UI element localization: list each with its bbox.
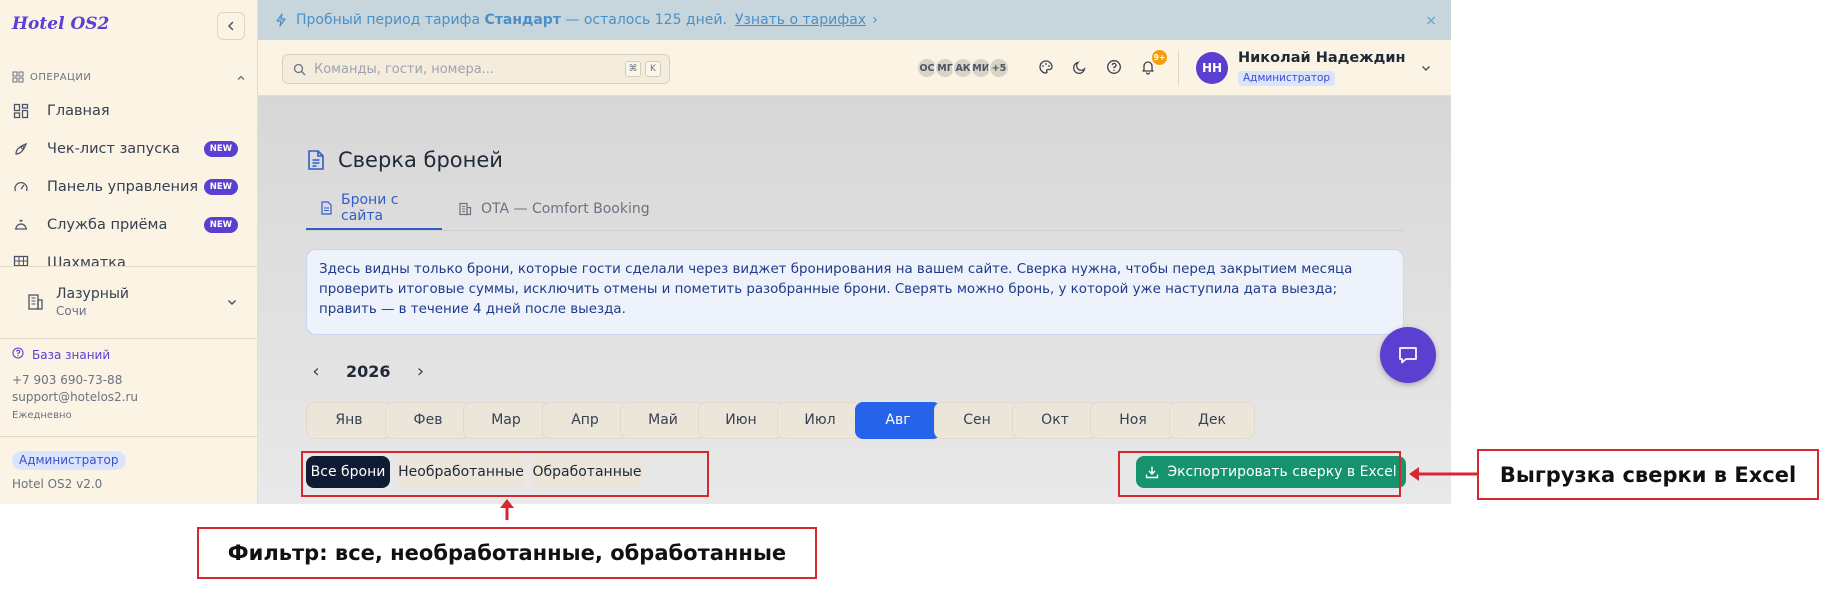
filter-annotation-label: Фильтр: все, необработанные, обработанны… <box>197 527 817 579</box>
annotation-arrows <box>500 467 1477 520</box>
export-annotation-label: Выгрузка сверки в Excel <box>1477 449 1819 500</box>
